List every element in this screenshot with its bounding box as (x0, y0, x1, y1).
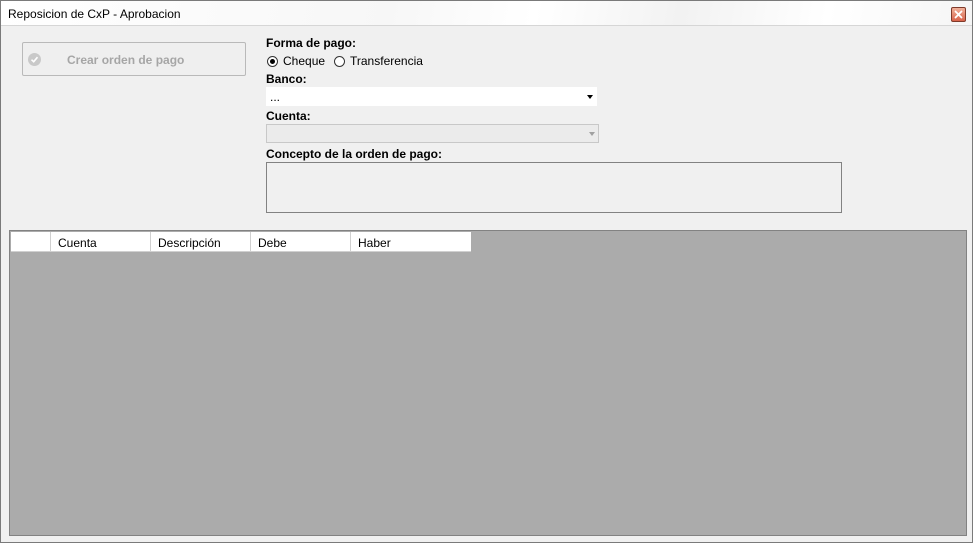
column-header-descripcion-label: Descripción (158, 236, 221, 250)
concepto-label: Concepto de la orden de pago: (266, 147, 443, 161)
radio-transferencia[interactable]: Transferencia (334, 54, 423, 68)
app-window: Reposicion de CxP - Aprobacion Crear ord… (0, 0, 973, 543)
check-icon (28, 53, 41, 66)
chevron-down-icon[interactable] (587, 95, 593, 99)
radio-transferencia-indicator[interactable] (334, 55, 345, 67)
data-grid[interactable]: Cuenta Descripción Debe Haber (9, 230, 967, 536)
window-title: Reposicion de CxP - Aprobacion (8, 7, 181, 21)
close-button[interactable] (951, 7, 966, 22)
chevron-down-icon[interactable] (589, 132, 595, 136)
column-header-debe-label: Debe (258, 236, 287, 250)
concepto-textarea[interactable] (266, 162, 842, 213)
cuenta-label: Cuenta: (266, 109, 311, 123)
radio-cheque-label: Cheque (283, 54, 326, 68)
forma-pago-label: Forma de pago: (266, 36, 357, 50)
column-header-cuenta-label: Cuenta (58, 236, 97, 250)
row-header-cell[interactable] (11, 232, 51, 251)
crear-orden-label: Crear orden de pago (67, 53, 185, 67)
cuenta-select[interactable] (266, 124, 599, 143)
close-icon (954, 10, 963, 19)
banco-select[interactable]: ... (266, 87, 597, 106)
column-header-haber[interactable]: Haber (351, 232, 471, 251)
grid-header: Cuenta Descripción Debe Haber (11, 232, 471, 252)
column-header-cuenta[interactable]: Cuenta (51, 232, 151, 251)
crear-orden-button[interactable]: Crear orden de pago (22, 42, 246, 76)
column-header-debe[interactable]: Debe (251, 232, 351, 251)
column-header-haber-label: Haber (358, 236, 391, 250)
radio-cheque[interactable]: Cheque (267, 54, 325, 68)
column-header-descripcion[interactable]: Descripción (151, 232, 251, 251)
radio-transferencia-label: Transferencia (350, 54, 423, 68)
banco-select-value: ... (270, 90, 281, 104)
radio-cheque-indicator[interactable] (267, 55, 278, 67)
title-bar: Reposicion de CxP - Aprobacion (1, 1, 972, 26)
banco-label: Banco: (266, 72, 307, 86)
